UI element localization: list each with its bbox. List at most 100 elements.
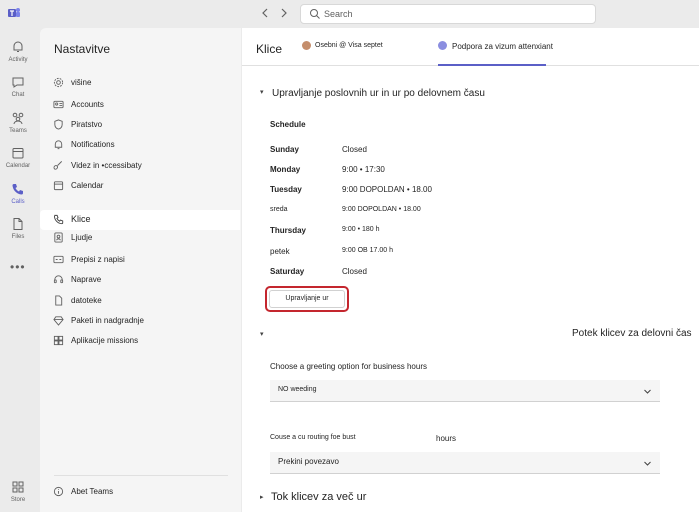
settings-item-label: Piratstvo — [71, 120, 103, 129]
rail-item-store[interactable]: Store — [0, 476, 36, 510]
settings-item-appearance[interactable]: Videz in •ccessibaty — [40, 156, 240, 176]
settings-item-people[interactable]: Ljudje — [40, 228, 240, 248]
headset-icon — [53, 275, 64, 284]
main-header: Klice Osebni @ Visa septet Podpora za vi… — [242, 28, 699, 66]
settings-item-label: Calendar — [71, 181, 104, 190]
settings-item-accounts[interactable]: Accounts — [40, 95, 240, 115]
settings-item-label: Klice — [71, 214, 91, 224]
settings-item-label: Naprave — [71, 275, 102, 284]
page-title: Klice — [256, 42, 283, 56]
settings-item-about[interactable]: Abet Teams — [40, 482, 240, 502]
section-call-flow-title: Potek klicev za delovni čas — [572, 328, 692, 339]
chevron-left-icon[interactable] — [258, 6, 272, 20]
manage-hours-button[interactable]: Upravljanje ur — [269, 290, 345, 308]
teams-logo-icon — [8, 8, 20, 17]
routing-label-hours: hours — [436, 434, 457, 443]
schedule-hours: 9:00 OB 17.00 h — [342, 247, 393, 254]
section-after-hours-title: Tok klicev za več ur — [271, 491, 367, 503]
settings-item-label: datoteke — [71, 296, 102, 305]
contacts-icon — [54, 232, 63, 243]
rail-label: Calls — [11, 199, 25, 205]
avatar — [438, 41, 447, 50]
apps-icon — [53, 335, 64, 346]
shield-icon — [54, 119, 63, 130]
calendar-icon — [53, 181, 64, 191]
more-apps-icon[interactable]: ••• — [10, 260, 26, 274]
file-icon — [13, 218, 23, 230]
divider — [54, 475, 228, 476]
schedule-hours: 9:00 DOPOLDAN • 18.00 — [342, 185, 432, 194]
top-bar: Search — [0, 0, 699, 28]
settings-item-general[interactable]: višine — [40, 73, 240, 93]
bell-icon — [13, 41, 23, 52]
settings-item-label: Prepisi z napisi — [71, 255, 125, 264]
tab-delegate[interactable]: Podpora za vizum attenxiant — [438, 36, 553, 66]
main-panel: Klice Osebni @ Visa septet Podpora za vi… — [242, 28, 699, 512]
settings-item-label: Accounts — [71, 100, 104, 109]
routing-value: Prekini povezavo — [278, 457, 339, 466]
info-icon — [53, 486, 64, 497]
tab-label: Podpora za vizum attenxiant — [452, 42, 553, 51]
chevron-down-icon — [644, 461, 651, 466]
settings-item-label: Abet Teams — [71, 487, 114, 496]
rail-item-calls[interactable]: Calls — [0, 178, 36, 212]
rail-label: Teams — [9, 128, 27, 134]
schedule-day: sreda — [270, 206, 288, 213]
settings-item-calendar[interactable]: Calendar — [40, 176, 240, 196]
routing-dropdown[interactable]: Prekini povezavo — [270, 452, 660, 474]
settings-item-label: višine — [71, 78, 92, 87]
schedule-day: Saturday — [270, 267, 305, 276]
rail-item-teams[interactable]: Teams — [0, 107, 36, 141]
schedule-day: Tuesday — [270, 185, 302, 194]
diamond-icon — [53, 316, 64, 326]
settings-item-label: Videz in •ccessibaty — [71, 161, 142, 170]
settings-item-notifications[interactable]: Notifications — [40, 135, 240, 155]
tab-label: Osebni @ Visa septet — [315, 42, 383, 49]
captions-icon — [53, 255, 64, 264]
settings-item-plans[interactable]: Paketi in nadgradnje — [40, 311, 240, 331]
greeting-dropdown[interactable]: NO weeding — [270, 380, 660, 402]
settings-item-captions[interactable]: Prepisi z napisi — [40, 250, 240, 270]
id-card-icon — [53, 100, 64, 109]
greeting-label: Choose a greeting option for business ho… — [270, 362, 427, 371]
rail-item-files[interactable]: Files — [0, 213, 36, 247]
rail-item-activity[interactable]: Activity — [0, 36, 36, 70]
settings-item-label: Paketi in nadgradnje — [71, 316, 144, 325]
settings-item-devices[interactable]: Naprave — [40, 270, 240, 290]
schedule-label: Schedule — [270, 120, 306, 129]
schedule-hours: Closed — [342, 267, 367, 276]
rail-item-chat[interactable]: Chat — [0, 71, 36, 105]
tab-selected-indicator — [438, 64, 546, 66]
settings-item-calls[interactable]: Klice — [40, 210, 240, 230]
rail-label: Calendar — [5, 163, 31, 169]
routing-label: Couse a cu routing foe bust — [270, 434, 356, 441]
teams-icon — [12, 112, 24, 125]
chevron-down-icon — [644, 389, 651, 394]
settings-item-label: Aplikacije missions — [71, 336, 139, 345]
schedule-hours: Closed — [342, 145, 367, 154]
search-input[interactable]: Search — [300, 4, 596, 24]
settings-item-label: Ljudje — [71, 233, 93, 242]
settings-item-files[interactable]: datoteke — [40, 291, 240, 311]
chat-icon — [12, 77, 24, 88]
greeting-value: NO weeding — [278, 386, 317, 393]
gear-icon — [53, 77, 64, 88]
schedule-day: Sunday — [270, 145, 299, 154]
avatar — [302, 41, 311, 50]
schedule-hours: 9:00 • 17:30 — [342, 165, 385, 174]
search-icon — [310, 9, 320, 19]
settings-item-app-permissions[interactable]: Aplikacije missions — [40, 331, 240, 351]
collapse-icon[interactable]: ▸ — [260, 493, 264, 501]
file-icon — [55, 295, 63, 306]
section-business-hours-title: Upravljanje poslovnih ur in ur po delovn… — [272, 88, 485, 99]
phone-icon — [54, 214, 64, 225]
settings-item-privacy[interactable]: Piratstvo — [40, 115, 240, 135]
collapse-icon[interactable]: ▾ — [260, 330, 264, 338]
schedule-day: Thursday — [270, 226, 307, 235]
schedule-day: Monday — [270, 165, 301, 174]
collapse-icon[interactable]: ▾ — [260, 88, 264, 96]
rail-item-calendar[interactable]: Calendar — [0, 142, 36, 176]
chevron-right-icon[interactable] — [277, 6, 291, 20]
calendar-icon — [12, 148, 24, 159]
schedule-hours: 9:00 • 180 h — [342, 226, 380, 233]
